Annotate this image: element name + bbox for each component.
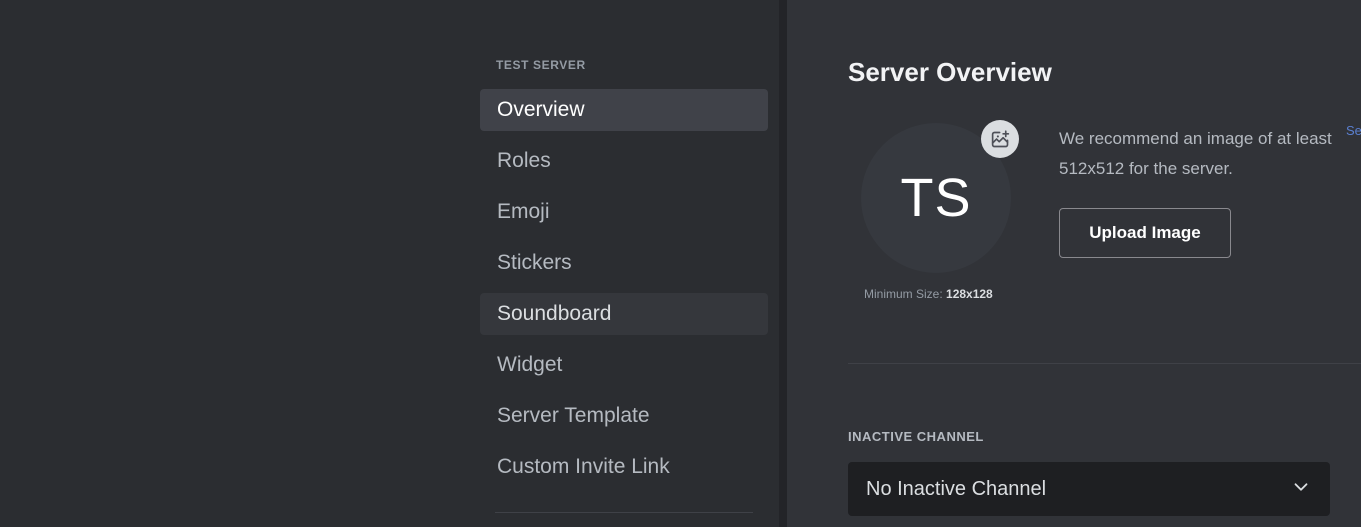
clipped-edge-text[interactable]: Se — [1346, 123, 1361, 138]
inactive-channel-value: No Inactive Channel — [866, 477, 1047, 500]
sidebar-item-label: Server Template — [497, 404, 650, 427]
upload-image-button[interactable]: Upload Image — [1059, 208, 1231, 258]
minimum-size-value: 128x128 — [946, 287, 993, 301]
sidebar-item-label: Soundboard — [497, 302, 612, 325]
sidebar-header-test-server: TEST SERVER — [496, 58, 586, 72]
image-recommendation-text: We recommend an image of at least 512x51… — [1059, 129, 1332, 178]
chevron-down-icon — [1290, 476, 1312, 503]
minimum-size-note: Minimum Size: 128x128 — [864, 287, 993, 301]
discord-server-settings: TEST SERVER Overview Roles Emoji Sticker… — [0, 0, 1361, 527]
settings-sidebar: TEST SERVER Overview Roles Emoji Sticker… — [0, 0, 780, 527]
sidebar-item-widget[interactable]: Widget — [480, 344, 768, 386]
server-overview-panel: Server Overview TS Minimum Size: 128x128… — [787, 0, 1361, 527]
sidebar-item-emoji[interactable]: Emoji — [480, 191, 768, 233]
sidebar-item-roles[interactable]: Roles — [480, 140, 768, 182]
avatar-initials: TS — [900, 168, 972, 228]
sidebar-item-overview[interactable]: Overview — [480, 89, 768, 131]
page-title: Server Overview — [848, 57, 1052, 87]
server-avatar-wrapper[interactable]: TS — [861, 120, 1019, 273]
section-divider — [848, 363, 1361, 364]
minimum-size-prefix: Minimum Size: — [864, 287, 947, 301]
panel-separator — [779, 0, 787, 527]
inactive-channel-select[interactable]: No Inactive Channel — [848, 462, 1330, 516]
sidebar-item-label: Stickers — [497, 251, 572, 274]
sidebar-item-label: Roles — [497, 149, 551, 172]
sidebar-item-label: Custom Invite Link — [497, 455, 670, 478]
sidebar-item-server-template[interactable]: Server Template — [480, 395, 768, 437]
sidebar-item-label: Widget — [497, 353, 563, 376]
sidebar-item-label: Emoji — [497, 200, 550, 223]
add-image-icon[interactable] — [981, 120, 1019, 158]
sidebar-item-stickers[interactable]: Stickers — [480, 242, 768, 284]
inactive-channel-label: INACTIVE CHANNEL — [848, 429, 984, 444]
sidebar-item-soundboard[interactable]: Soundboard — [480, 293, 768, 335]
sidebar-divider — [495, 512, 753, 513]
sidebar-item-label: Overview — [497, 98, 585, 121]
sidebar-item-custom-invite-link[interactable]: Custom Invite Link — [480, 446, 768, 488]
settings-nav: TEST SERVER Overview Roles Emoji Sticker… — [480, 0, 780, 527]
